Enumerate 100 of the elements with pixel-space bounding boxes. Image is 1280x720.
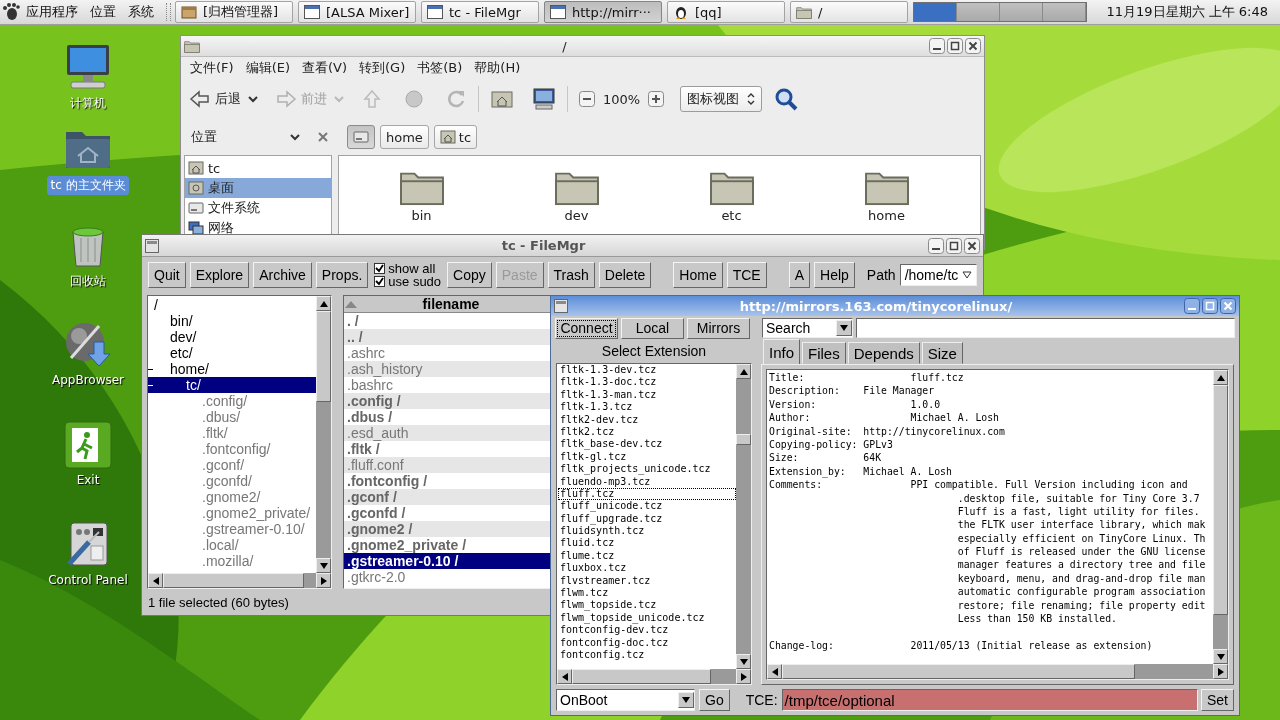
extension-item[interactable]: fltk-gl.tcz — [558, 450, 736, 464]
sidebar-item[interactable]: 桌面 — [185, 178, 331, 198]
file-row[interactable]: . / — [344, 313, 550, 329]
tree-item[interactable]: .gconf/ — [148, 457, 316, 473]
file-row[interactable]: .dbus / — [344, 409, 550, 425]
folder-name[interactable]: home — [868, 208, 905, 223]
taskbar-button[interactable]: http://mirr··· — [544, 1, 662, 23]
foot-icon[interactable] — [0, 2, 20, 22]
menu-item[interactable]: 书签(B) — [411, 59, 469, 77]
tab[interactable]: Size — [921, 342, 963, 364]
search-icon[interactable] — [774, 87, 799, 111]
toolbar-button[interactable]: Archive — [253, 262, 312, 288]
home-icon[interactable] — [490, 88, 514, 110]
folder-name[interactable]: etc — [721, 208, 742, 223]
extension-item[interactable]: flvstreamer.tcz — [558, 574, 736, 588]
file-row[interactable]: .gstreamer-0.10 / — [344, 553, 550, 569]
set-button[interactable]: Set — [1201, 689, 1234, 711]
file-row[interactable]: .gconfd / — [344, 505, 550, 521]
taskbar-button[interactable]: / — [790, 1, 908, 23]
extension-item[interactable]: fltk_projects_unicode.tcz — [558, 463, 736, 476]
extension-item[interactable]: flwm_topside.tcz — [558, 599, 736, 612]
path-field[interactable]: /home/tc — [899, 264, 977, 286]
close-icon[interactable] — [965, 38, 981, 54]
file-row[interactable]: .fluff.conf — [344, 457, 550, 473]
sidebar-item[interactable]: tc — [185, 158, 331, 178]
folder-name[interactable]: bin — [411, 208, 432, 223]
zoom-in-icon[interactable] — [648, 91, 665, 107]
search-mode-select[interactable]: Search — [762, 318, 853, 338]
search-field[interactable] — [856, 318, 1235, 338]
toolbar-button[interactable]: A — [788, 262, 811, 288]
tree-item[interactable]: etc/ — [148, 345, 316, 361]
menu-item[interactable]: 转到(G) — [353, 59, 412, 77]
extension-item[interactable]: fluff_upgrade.tcz — [558, 512, 736, 526]
extension-item[interactable]: fltk-1.3-man.tcz — [558, 388, 736, 402]
checkbox[interactable]: use sudo — [374, 275, 442, 288]
close-icon[interactable] — [317, 131, 329, 143]
taskbar-button[interactable]: [qq] — [667, 1, 785, 23]
checkbox[interactable]: show all — [374, 262, 442, 275]
places-selector[interactable]: 位置 — [185, 125, 307, 149]
scrollbar[interactable] — [1213, 370, 1228, 664]
extension-item[interactable]: fluff_unicode.tcz — [558, 500, 736, 513]
file-row[interactable]: .. / — [344, 329, 550, 345]
scrollbar[interactable] — [316, 296, 331, 573]
load-option-select[interactable]: OnBoot — [556, 689, 695, 711]
file-row[interactable]: .esd_auth — [344, 425, 550, 441]
scrollbar[interactable] — [736, 364, 751, 669]
tree-item[interactable]: bin/ — [148, 313, 316, 329]
tce-path-field[interactable]: /tmp/tce/optional — [781, 689, 1198, 711]
tree-item[interactable]: .local/ — [148, 537, 316, 553]
file-row[interactable]: .config / — [344, 393, 550, 409]
menu-item[interactable]: 帮助(H) — [468, 59, 527, 77]
file-row[interactable]: .ashrc — [344, 345, 550, 361]
extension-item[interactable]: fluff.tcz — [558, 487, 736, 501]
toolbar-button[interactable]: Trash — [547, 262, 595, 288]
desktop-icon-label[interactable]: Exit — [73, 472, 103, 488]
extension-item[interactable]: fltk2-dev.tcz — [558, 413, 736, 426]
extension-item[interactable]: flwm_topside_unicode.tcz — [558, 611, 736, 625]
extension-item[interactable]: flume.tcz — [558, 549, 736, 563]
extension-item[interactable]: fontconfig.tcz — [558, 649, 736, 662]
extension-item[interactable]: fluendo-mp3.tcz — [558, 475, 736, 488]
extension-item[interactable]: fluid.tcz — [558, 537, 736, 550]
file-row[interactable]: .ash_history — [344, 361, 550, 377]
mode-button[interactable]: Local — [621, 317, 684, 339]
desktop-icon-label[interactable]: Control Panel — [45, 572, 131, 588]
tree-item[interactable]: .mozilla/ — [148, 553, 316, 569]
folder-name[interactable]: dev — [564, 208, 589, 223]
close-icon[interactable] — [1220, 298, 1236, 314]
tree-item[interactable]: home/ — [148, 361, 316, 377]
file-row[interactable]: .gnome2_private / — [344, 537, 550, 553]
computer-icon[interactable] — [532, 87, 556, 111]
maximize-icon[interactable] — [947, 38, 963, 54]
sidebar-item[interactable]: 文件系统 — [185, 198, 331, 218]
toolbar-button[interactable]: Quit — [148, 262, 186, 288]
minimize-icon[interactable] — [929, 38, 945, 54]
go-button[interactable]: Go — [699, 689, 730, 711]
tree-item[interactable]: .gconfd/ — [148, 473, 316, 489]
tree-item[interactable]: / — [148, 297, 316, 313]
scrollbar[interactable] — [148, 573, 331, 588]
taskbar-button[interactable]: [ALSA Mixer] — [298, 1, 416, 23]
taskbar-button[interactable]: tc - FileMgr — [421, 1, 539, 23]
toolbar-button[interactable]: TCE — [726, 262, 767, 288]
tree-item[interactable]: .fontconfig/ — [148, 441, 316, 457]
file-row[interactable]: .fltk / — [344, 441, 550, 457]
file-row[interactable]: .gtkrc-2.0 — [344, 569, 550, 585]
mode-button[interactable]: Mirrors — [687, 317, 750, 339]
file-row[interactable]: .fontconfig / — [344, 473, 550, 489]
zoom-out-icon[interactable] — [579, 91, 595, 107]
menu-item[interactable]: 查看(V) — [296, 59, 354, 77]
menu-item[interactable]: 位置 — [84, 1, 122, 23]
clock[interactable]: 11月19日星期六 上午 6:48 — [1106, 3, 1268, 21]
desktop-icon-label[interactable]: AppBrowser — [48, 372, 128, 388]
menu-item[interactable]: 文件(F) — [184, 59, 240, 77]
tree-item[interactable]: .fltk/ — [148, 425, 316, 441]
extension-item[interactable]: fluidsynth.tcz — [558, 525, 736, 538]
extension-item[interactable]: fontconfig-dev.tcz — [558, 624, 736, 637]
menu-item[interactable]: 应用程序 — [20, 1, 84, 23]
minimize-icon[interactable] — [928, 237, 944, 254]
extension-item[interactable]: fltk-1.3-doc.tcz — [558, 376, 736, 389]
mode-button[interactable]: Connect — [555, 317, 618, 339]
taskbar-button[interactable]: [归档管理器] — [175, 1, 293, 23]
